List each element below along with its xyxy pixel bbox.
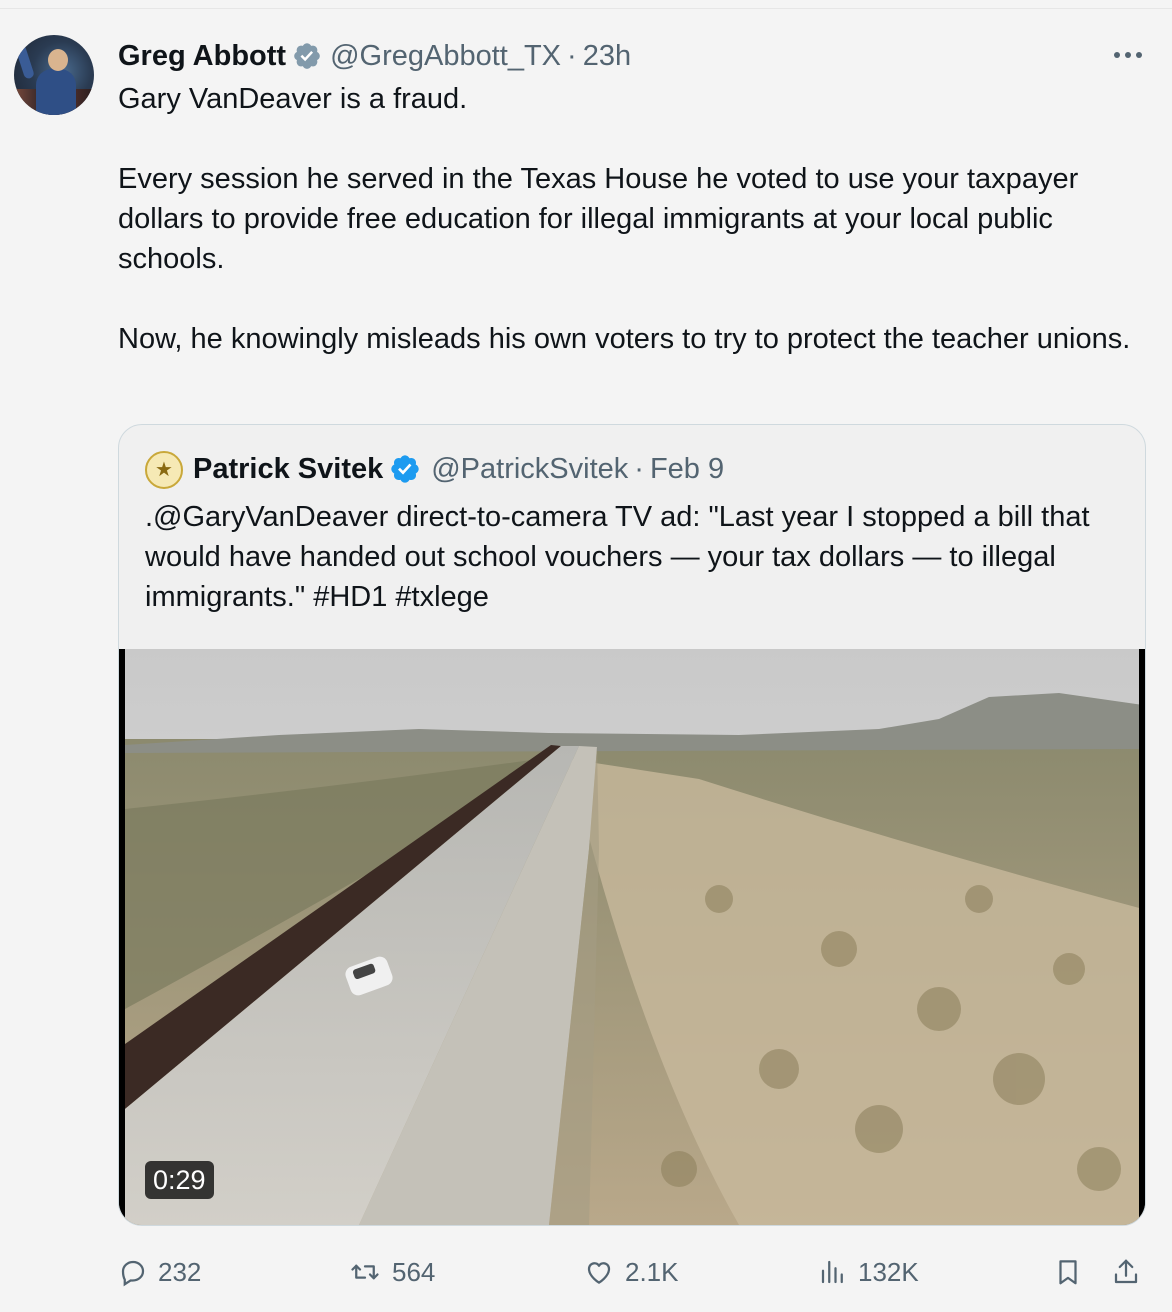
tweet-paragraph-3: Now, he knowingly misleads his own voter…: [118, 323, 1131, 355]
bookmark-icon: [1053, 1256, 1083, 1288]
share-button[interactable]: [1111, 1250, 1141, 1294]
quoted-author-avatar[interactable]: ★: [145, 451, 183, 489]
reply-count: 232: [158, 1256, 202, 1287]
video-duration: 0:29: [145, 1161, 214, 1199]
author-avatar[interactable]: [14, 35, 94, 115]
quoted-header-separator: ·: [634, 452, 644, 485]
verified-badge-icon[interactable]: [389, 453, 421, 485]
verified-badge-icon[interactable]: [292, 41, 322, 71]
like-count: 2.1K: [625, 1256, 679, 1287]
author-name[interactable]: Greg Abbott: [118, 40, 286, 73]
quoted-tweet-timestamp[interactable]: Feb 9: [650, 453, 724, 486]
reply-icon: [118, 1257, 148, 1287]
views-button[interactable]: 132K: [818, 1250, 919, 1294]
reply-button[interactable]: 232: [118, 1250, 201, 1294]
tweet-paragraph-1: Gary VanDeaver is a fraud.: [118, 83, 468, 115]
tweet-text: Gary VanDeaver is a fraud. Every session…: [118, 79, 1148, 359]
quoted-author-handle[interactable]: @PatrickSvitek: [431, 453, 628, 486]
tweet-paragraph-2: Every session he served in the Texas Hou…: [118, 163, 1079, 275]
quoted-author-name[interactable]: Patrick Svitek: [193, 453, 383, 486]
action-bar: 232 564 2.1K 132K: [118, 1250, 1148, 1294]
header-separator: ·: [567, 39, 577, 72]
author-handle[interactable]: @GregAbbott_TX: [330, 40, 561, 73]
video-player[interactable]: 0:29: [119, 649, 1145, 1225]
bookmark-button[interactable]: [1053, 1250, 1083, 1294]
tweet[interactable]: Greg Abbott @GregAbbott_TX · 23h Gary Va…: [0, 0, 1172, 1312]
views-icon: [818, 1257, 848, 1287]
video-thumbnail: [119, 649, 1145, 1225]
share-icon: [1111, 1256, 1141, 1288]
retweet-count: 564: [392, 1256, 436, 1287]
more-icon[interactable]: [1108, 40, 1148, 70]
quoted-tweet-text: .@GaryVanDeaver direct-to-camera TV ad: …: [145, 501, 1090, 613]
view-count: 132K: [858, 1256, 919, 1287]
heart-icon: [583, 1257, 615, 1287]
tweet-timestamp[interactable]: 23h: [583, 40, 631, 73]
retweet-button[interactable]: 564: [348, 1250, 435, 1294]
retweet-icon: [348, 1257, 382, 1287]
quoted-tweet-header: Patrick Svitek @PatrickSvitek · Feb 9: [193, 449, 724, 489]
quoted-tweet[interactable]: ★ Patrick Svitek @PatrickSvitek · Feb 9 …: [118, 424, 1146, 1226]
tweet-header: Greg Abbott @GregAbbott_TX · 23h: [118, 36, 631, 76]
like-button[interactable]: 2.1K: [583, 1250, 679, 1294]
